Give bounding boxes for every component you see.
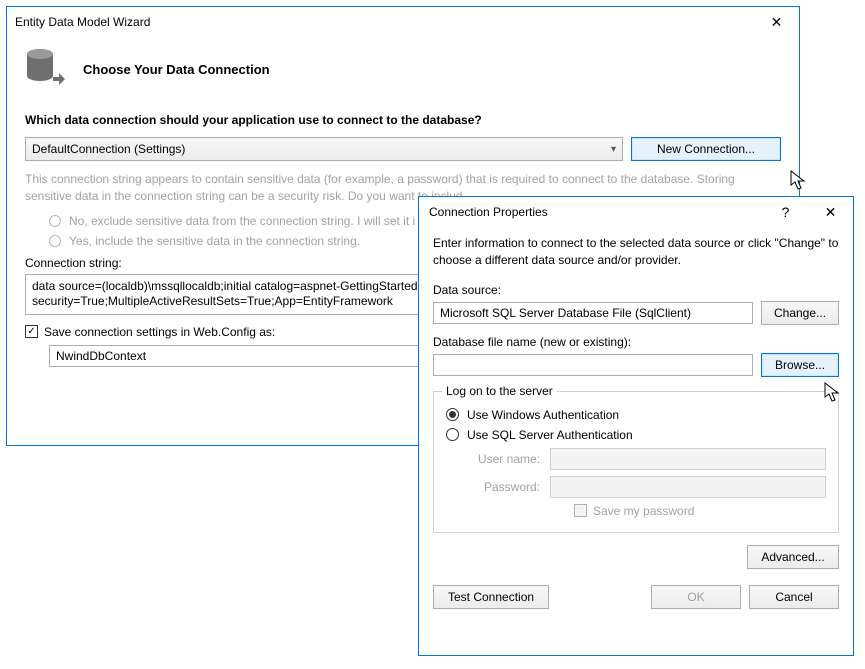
close-icon[interactable]: ✕ bbox=[808, 197, 853, 227]
change-button[interactable]: Change... bbox=[761, 301, 839, 325]
logon-fieldset: Log on to the server Use Windows Authent… bbox=[433, 391, 839, 533]
radio-icon bbox=[49, 235, 61, 247]
data-source-input bbox=[433, 302, 753, 324]
help-icon[interactable]: ? bbox=[763, 197, 808, 227]
username-input bbox=[550, 448, 826, 470]
wizard-heading: Choose Your Data Connection bbox=[83, 62, 270, 77]
password-label: Password: bbox=[470, 480, 540, 494]
radio-icon bbox=[446, 428, 459, 441]
conn-props-intro: Enter information to connect to the sele… bbox=[433, 235, 839, 269]
advanced-button[interactable]: Advanced... bbox=[747, 545, 839, 569]
radio-windows-auth[interactable]: Use Windows Authentication bbox=[446, 408, 826, 422]
db-file-label: Database file name (new or existing): bbox=[433, 335, 839, 349]
cancel-button[interactable]: Cancel bbox=[749, 585, 839, 609]
logon-legend: Log on to the server bbox=[442, 384, 557, 398]
conn-props-body: Enter information to connect to the sele… bbox=[419, 227, 853, 619]
database-icon bbox=[25, 47, 65, 91]
connection-properties-dialog: Connection Properties ? ✕ Enter informat… bbox=[418, 196, 854, 656]
conn-props-title: Connection Properties bbox=[429, 205, 548, 219]
browse-button[interactable]: Browse... bbox=[761, 353, 839, 377]
ok-button: OK bbox=[651, 585, 741, 609]
checkbox-icon[interactable]: ✓ bbox=[25, 325, 38, 338]
username-label: User name: bbox=[470, 452, 540, 466]
connection-dropdown[interactable]: DefaultConnection (Settings) ▾ bbox=[25, 137, 623, 161]
db-file-input[interactable] bbox=[433, 354, 753, 376]
chevron-down-icon: ▾ bbox=[611, 144, 616, 155]
save-settings-label: Save connection settings in Web.Config a… bbox=[44, 325, 275, 339]
conn-props-titlebar: Connection Properties ? ✕ bbox=[419, 197, 853, 227]
wizard-header: Choose Your Data Connection bbox=[7, 37, 799, 113]
wizard-title: Entity Data Model Wizard bbox=[15, 15, 150, 29]
save-password-checkbox: Save my password bbox=[574, 504, 826, 518]
radio-sql-auth[interactable]: Use SQL Server Authentication bbox=[446, 428, 826, 442]
connection-selected: DefaultConnection (Settings) bbox=[32, 142, 185, 156]
new-connection-button[interactable]: New Connection... bbox=[631, 137, 781, 161]
password-input bbox=[550, 476, 826, 498]
wizard-titlebar: Entity Data Model Wizard ✕ bbox=[7, 7, 799, 37]
data-source-label: Data source: bbox=[433, 283, 839, 297]
connection-question: Which data connection should your applic… bbox=[25, 113, 781, 127]
checkbox-icon bbox=[574, 504, 587, 517]
context-name-input[interactable] bbox=[49, 345, 429, 367]
test-connection-button[interactable]: Test Connection bbox=[433, 585, 549, 609]
radio-icon bbox=[49, 215, 61, 227]
close-icon[interactable]: ✕ bbox=[754, 7, 799, 37]
radio-icon bbox=[446, 408, 459, 421]
